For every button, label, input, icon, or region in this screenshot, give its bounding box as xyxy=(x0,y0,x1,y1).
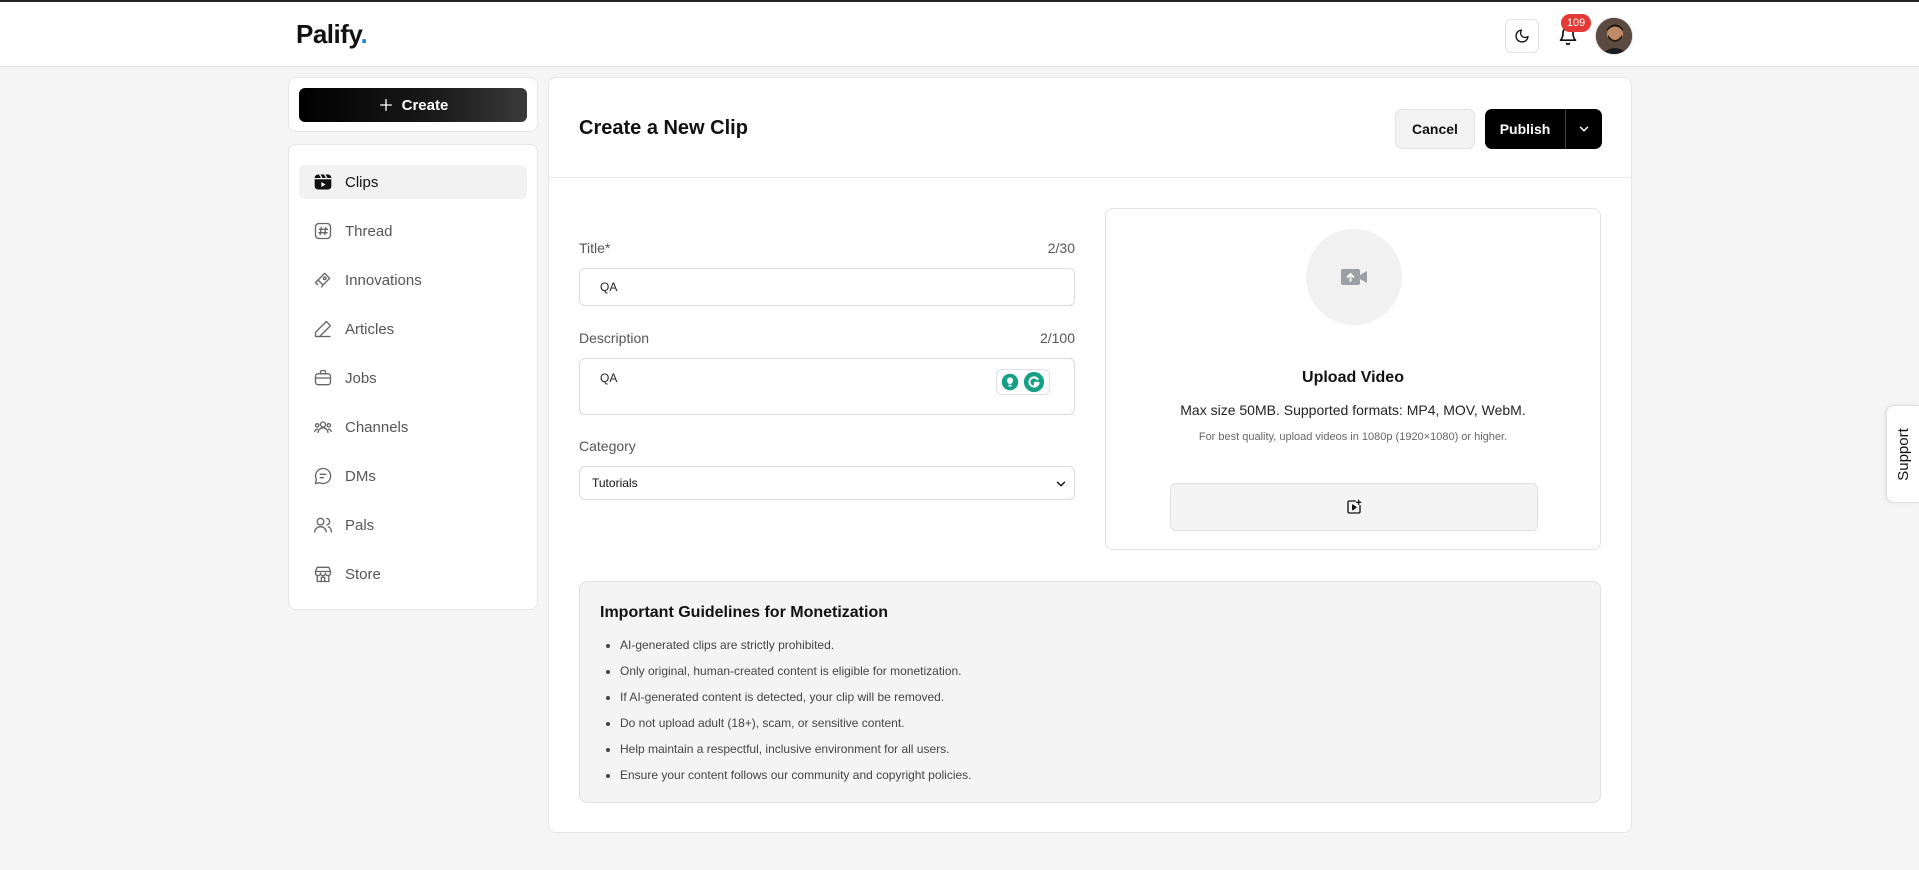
theme-toggle-button[interactable] xyxy=(1505,19,1539,53)
publish-button[interactable]: Publish xyxy=(1485,109,1565,149)
list-item: Ensure your content follows our communit… xyxy=(620,762,1580,788)
category-label: Category xyxy=(579,438,636,454)
description-label: Description xyxy=(579,330,650,346)
sidebar-item-label: Clips xyxy=(345,173,379,191)
innovations-icon xyxy=(314,272,331,288)
add-video-icon xyxy=(1347,499,1362,514)
video-upload-icon xyxy=(1341,269,1367,285)
users-icon xyxy=(314,421,332,433)
title-label: Title* xyxy=(579,240,611,256)
upload-video-card: Upload Video Max size 50MB. Supported fo… xyxy=(1105,208,1601,550)
upload-title: Upload Video xyxy=(1302,369,1404,386)
monetization-guidelines: Important Guidelines for Monetization AI… xyxy=(579,581,1601,803)
sidebar-item-label: Thread xyxy=(345,222,393,240)
sidebar-item-thread[interactable]: Thread xyxy=(299,214,527,248)
bulb-icon xyxy=(1001,373,1019,391)
chevron-down-icon xyxy=(1056,481,1066,487)
list-item: Do not upload adult (18+), scam, or sens… xyxy=(620,710,1580,736)
sidebar-item-jobs[interactable]: Jobs xyxy=(299,361,527,395)
guidelines-title: Important Guidelines for Monetization xyxy=(600,604,888,621)
pals-icon xyxy=(314,517,333,533)
grammarly-icon xyxy=(1023,371,1045,393)
sidebar-item-dms[interactable]: DMs xyxy=(299,459,527,493)
list-item: Help maintain a respectful, inclusive en… xyxy=(620,736,1580,762)
support-tab[interactable]: Support xyxy=(1886,405,1919,503)
page-title: Create a New Clip xyxy=(579,117,748,139)
logo-dot: . xyxy=(360,19,368,49)
sidebar-item-label: Articles xyxy=(345,320,395,338)
clips-icon xyxy=(314,174,332,190)
category-select[interactable]: Tutorials xyxy=(579,466,1075,500)
sidebar-item-channels[interactable]: Channels xyxy=(299,410,527,444)
sidebar-item-label: DMs xyxy=(345,467,376,485)
title-input[interactable]: QA xyxy=(579,268,1075,306)
card-header: Create a New Clip Cancel Publish xyxy=(549,78,1631,178)
grammarly-widget[interactable] xyxy=(996,369,1050,395)
create-label: Create xyxy=(401,96,449,114)
sidebar-item-clips[interactable]: Clips xyxy=(299,165,527,199)
list-item: Only original, human-created content is … xyxy=(620,658,1580,684)
avatar-image xyxy=(1596,18,1632,54)
sidebar-nav: Clips Thread Innovations Articles Jobs C… xyxy=(288,144,538,610)
palify-logo[interactable]: Palify. xyxy=(296,19,368,50)
create-button[interactable]: Create xyxy=(299,88,527,122)
briefcase-icon xyxy=(314,369,332,386)
create-card: Create xyxy=(288,77,538,132)
description-char-count: 2/100 xyxy=(1039,330,1075,346)
list-item: If AI-generated content is detected, you… xyxy=(620,684,1580,710)
upload-subtitle: Max size 50MB. Supported formats: MP4, M… xyxy=(1180,402,1526,418)
chat-icon xyxy=(314,467,332,485)
category-selected-value: Tutorials xyxy=(592,476,638,490)
sidebar-item-pals[interactable]: Pals xyxy=(299,508,527,542)
upload-hint: For best quality, upload videos in 1080p… xyxy=(1198,431,1508,443)
list-item: AI-generated clips are strictly prohibit… xyxy=(620,632,1580,658)
store-icon xyxy=(314,566,332,583)
chevron-down-icon xyxy=(1579,126,1589,132)
sidebar-item-innovations[interactable]: Innovations xyxy=(299,263,527,297)
guidelines-list: AI-generated clips are strictly prohibit… xyxy=(600,632,1580,788)
pencil-icon xyxy=(314,320,332,338)
moon-icon xyxy=(1515,29,1529,43)
sidebar-item-label: Innovations xyxy=(345,271,422,289)
video-placeholder xyxy=(1306,229,1402,325)
user-avatar[interactable] xyxy=(1595,17,1633,55)
logo-text: Palify xyxy=(296,19,361,49)
sidebar-item-store[interactable]: Store xyxy=(299,557,527,591)
support-label: Support xyxy=(1894,427,1912,481)
sidebar-item-label: Channels xyxy=(345,418,409,436)
sidebar-item-articles[interactable]: Articles xyxy=(299,312,527,346)
publish-options-button[interactable] xyxy=(1565,109,1602,149)
sidebar-item-label: Jobs xyxy=(345,369,377,387)
title-char-count: 2/30 xyxy=(1047,240,1075,256)
cancel-button[interactable]: Cancel xyxy=(1395,109,1475,149)
sidebar-item-label: Store xyxy=(345,565,381,583)
select-video-button[interactable] xyxy=(1170,483,1538,531)
sidebar-item-label: Pals xyxy=(345,516,375,534)
top-bar: Palify. 109 xyxy=(0,0,1919,67)
plus-icon xyxy=(379,99,392,111)
notification-badge: 109 xyxy=(1561,14,1591,32)
hash-icon xyxy=(314,222,332,240)
